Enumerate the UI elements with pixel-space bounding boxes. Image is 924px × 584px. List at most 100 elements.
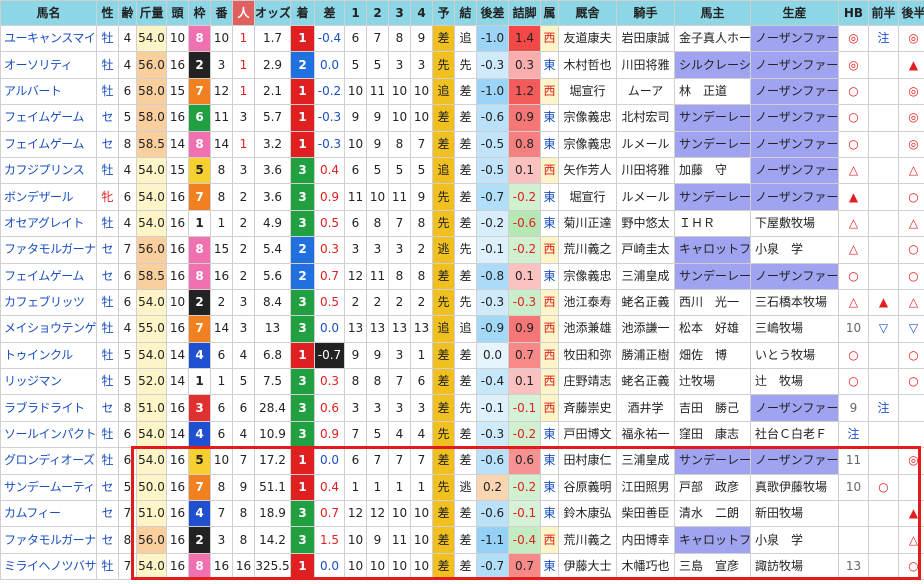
cell-region: 東	[540, 51, 559, 79]
cell-horse-name[interactable]: メイショウテンゲン	[0, 315, 97, 343]
cell-horse-name[interactable]: アルバート	[0, 77, 97, 106]
column-header[interactable]: 前半	[868, 0, 899, 26]
cell-corner-4: 6	[410, 368, 433, 396]
cell-number: 14	[210, 130, 233, 158]
cell-predicted-style: 差	[432, 500, 455, 528]
table-row[interactable]: サンデームーティエセ 5 50.0 16 7 8 9 51.1 1 0.4 1 1 1 1 先逃 0.2 -0.…	[0, 473, 924, 502]
cell-jockey: ルメール	[616, 130, 675, 158]
cell-weight: 54.0	[136, 552, 167, 581]
cell-weight: 56.0	[136, 51, 167, 79]
cell-region: 西	[540, 394, 559, 422]
column-header[interactable]: 2	[366, 0, 389, 26]
cell-popularity: 1	[232, 130, 255, 158]
cell-horse-name[interactable]: ラブラドライト	[0, 394, 97, 422]
cell-horse-name[interactable]: サンデームーティエ	[0, 473, 97, 502]
cell-horse-name[interactable]: カムフィー	[0, 500, 97, 528]
cell-number: 8	[210, 473, 233, 502]
cell-finish: 1	[290, 24, 315, 53]
cell-margin: 0.6	[314, 394, 345, 422]
cell-sex: 牡	[96, 77, 119, 106]
cell-closing-speed: 0.1	[508, 262, 541, 290]
table-row[interactable]: ラブラドライトセ 8 51.0 16 3 6 6 28.4 3 0.6 3 3 3 3 差先 -0.1 -0.1…	[0, 394, 924, 422]
cell-margin: 0.9	[314, 183, 345, 211]
cell-horse-name[interactable]: グロンディオーズ	[0, 447, 97, 475]
column-header[interactable]: 人	[232, 0, 255, 26]
cell-horse-name[interactable]: ボンデザール	[0, 183, 97, 211]
table-row[interactable]: グロンディオーズ牡 6 54.0 16 5 10 7 17.2 1 0.0 6 7 7 7 差差 -0.6 0.…	[0, 447, 924, 475]
table-row[interactable]: フェイムゲームセ 5 58.0 16 6 11 3 5.7 1 -0.3 9 9 10 10 差差 -0.6 0…	[0, 104, 924, 132]
cell-horse-name[interactable]: カフェブリッツ	[0, 288, 97, 317]
column-header[interactable]: 3	[388, 0, 411, 26]
cell-corner-2: 7	[366, 447, 389, 475]
column-header[interactable]: 着	[290, 0, 315, 26]
race-table-view: 馬名性齢斤量頭枠番人オッズ着差 1 2 3 4 予結後差 詰脚属厩舎 騎手 馬主 生産 HB 前半 後半…	[0, 0, 924, 584]
column-header[interactable]: 1	[344, 0, 367, 26]
table-row[interactable]: カムフィーセ 7 51.0 16 4 7 8 18.9 3 0.7 12 12 10 10 差差 -0.6 -0…	[0, 500, 924, 528]
cell-odds: 13	[254, 315, 291, 343]
column-header[interactable]: 生産	[750, 0, 839, 26]
table-row[interactable]: ファタモルガーナセ 8 56.0 16 2 3 8 14.2 3 1.5 10 9 11 10 差差 -1.1…	[0, 526, 924, 554]
cell-horse-name[interactable]: フェイムゲーム	[0, 262, 97, 290]
table-row[interactable]: フェイムゲームセ 8 58.5 14 8 14 1 3.2 1 -0.3 10 9 8 7 差差 -0.5 0.…	[0, 130, 924, 158]
cell-horse-name[interactable]: ソールインパクト	[0, 420, 97, 449]
table-row[interactable]: リッジマン牡 5 52.0 14 1 1 5 7.5 3 0.3 8 8 7 6 差差 -0.4 0.1 西庄野靖…	[0, 368, 924, 396]
column-header[interactable]: 属	[540, 0, 559, 26]
column-header[interactable]: 頭	[166, 0, 189, 26]
cell-jockey: 蛯名正義	[616, 288, 675, 317]
column-header[interactable]: 後差	[476, 0, 509, 26]
cell-number: 2	[210, 288, 233, 317]
cell-horse-name[interactable]: カフジプリンス	[0, 156, 97, 185]
column-header[interactable]: 性	[96, 0, 119, 26]
table-row[interactable]: トゥインクル牡 5 54.0 14 4 6 4 6.8 1 -0.7 9 9 3 1 差差 0.0 0.7 西牧田…	[0, 341, 924, 370]
cell-horse-name[interactable]: トゥインクル	[0, 341, 97, 370]
column-header[interactable]: 斤量	[136, 0, 167, 26]
table-row[interactable]: オーソリティ牡 4 56.0 16 2 3 1 2.9 2 0.0 5 5 3 3 先先 -0.3 0.3 東木村…	[0, 51, 924, 79]
cell-sex: 牡	[96, 552, 119, 581]
column-header[interactable]: 番	[210, 0, 233, 26]
cell-gate: 8	[188, 552, 211, 581]
table-row[interactable]: ボンデザール牝 6 54.0 16 7 8 2 3.6 3 0.9 11 10 11 9 先差 -0.7 -0.…	[0, 183, 924, 211]
cell-corner-3: 11	[388, 183, 411, 211]
column-header[interactable]: 予	[432, 0, 455, 26]
cell-hb-mark: 注	[838, 420, 869, 449]
column-header[interactable]: 齢	[118, 0, 137, 26]
table-row[interactable]: ファタモルガーナセ 7 56.0 16 8 15 2 5.4 2 0.3 3 3 3 2 逃先 -0.1 -0.…	[0, 236, 924, 264]
column-header[interactable]: 結	[454, 0, 477, 26]
cell-corner-3: 2	[388, 288, 411, 317]
column-header[interactable]: 後半	[898, 0, 924, 26]
cell-horse-name[interactable]: ファタモルガーナ	[0, 526, 97, 554]
cell-horse-name[interactable]: ファタモルガーナ	[0, 236, 97, 264]
cell-margin: -0.3	[314, 130, 345, 158]
table-row[interactable]: ユーキャンスマイル牡454.01081011.71-0.46789差追-1.01…	[0, 24, 924, 53]
cell-last-diff: -0.4	[476, 368, 509, 396]
cell-horse-name[interactable]: ミライヘノツバサ	[0, 552, 97, 581]
column-header[interactable]: 厩舎	[558, 0, 617, 26]
table-row[interactable]: ミライヘノツバサ牡 7 54.0 16 8 16 16 325.5 1 0.0 10 10 10 10 差差…	[0, 552, 924, 581]
cell-hb-mark: ○	[838, 77, 869, 106]
table-row[interactable]: フェイムゲームセ 6 58.5 16 8 16 2 5.6 2 0.7 12 11 8 8 差差 -0.8 0.…	[0, 262, 924, 290]
column-header[interactable]: 騎手	[616, 0, 675, 26]
table-row[interactable]: メイショウテンゲン牡455.01671431330.013131313追追-0.…	[0, 315, 924, 343]
column-header[interactable]: 差	[314, 0, 345, 26]
cell-popularity: 8	[232, 500, 255, 528]
table-row[interactable]: オセアグレイト牡 4 54.0 16 1 1 2 4.9 3 0.5 6 8 7 8 先差 -0.2 -0.6 東…	[0, 209, 924, 238]
cell-horse-name[interactable]: オセアグレイト	[0, 209, 97, 238]
column-header[interactable]: HB	[838, 0, 869, 26]
cell-corner-3: 10	[388, 500, 411, 528]
table-row[interactable]: アルバート牡 6 58.0 15 7 12 1 2.1 1 -0.2 10 11 10 10 追差 -1.0 1…	[0, 77, 924, 106]
cell-horse-name[interactable]: ユーキャンスマイル	[0, 24, 97, 53]
column-header[interactable]: オッズ	[254, 0, 291, 26]
cell-horse-name[interactable]: フェイムゲーム	[0, 130, 97, 158]
table-row[interactable]: カフェブリッツ牡 6 54.0 10 2 2 3 8.4 3 0.5 2 2 2 2 先先 -0.3 -0.3 西…	[0, 288, 924, 317]
column-header[interactable]: 枠	[188, 0, 211, 26]
cell-horse-name[interactable]: オーソリティ	[0, 51, 97, 79]
cell-corner-4: 1	[410, 341, 433, 370]
cell-horse-name[interactable]: リッジマン	[0, 368, 97, 396]
table-row[interactable]: ソールインパクト牡 6 54.0 14 4 6 4 10.9 3 0.9 7 5 4 4 先差 -0.3 -0.…	[0, 420, 924, 449]
column-header[interactable]: 馬名	[0, 0, 97, 26]
column-header[interactable]: 4	[410, 0, 433, 26]
table-row[interactable]: カフジプリンス牡 4 54.0 15 5 8 3 3.6 3 0.4 6 5 5 5 追差 -0.5 0.1 西矢…	[0, 156, 924, 185]
cell-horse-name[interactable]: フェイムゲーム	[0, 104, 97, 132]
column-header[interactable]: 馬主	[674, 0, 751, 26]
column-header[interactable]: 詰脚	[508, 0, 541, 26]
